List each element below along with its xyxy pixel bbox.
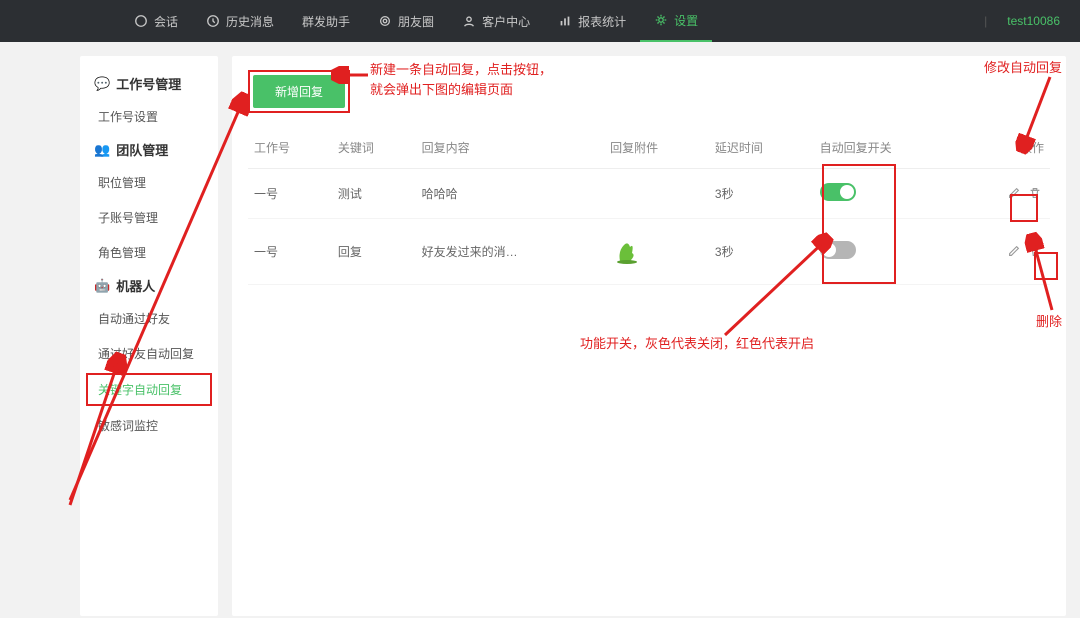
sidebar-item-keyword-autoreply[interactable]: 关键字自动回复 (86, 373, 212, 406)
table-row: 一号 测试 哈哈哈 3秒 (248, 169, 1050, 219)
username[interactable]: test10086 (1007, 14, 1060, 28)
cell-content: 好友发过来的消… (416, 219, 605, 285)
edit-button[interactable] (1005, 184, 1023, 202)
cell-ops (960, 219, 1050, 285)
sidebar-group-robot: 🤖 机器人 (80, 270, 218, 301)
sidebar-item-workaccount-settings[interactable]: 工作号设置 (80, 99, 218, 134)
sidebar-group-title: 机器人 (116, 276, 155, 295)
nav-customers[interactable]: 客户中心 (448, 0, 544, 42)
nav-right: | test10086 (974, 14, 1080, 28)
chat-icon (134, 14, 148, 28)
person-icon (462, 14, 476, 28)
col-content: 回复内容 (416, 127, 605, 169)
cell-toggle (814, 169, 961, 219)
nav-label: 历史消息 (226, 13, 274, 30)
cell-content: 哈哈哈 (416, 169, 605, 219)
table-row: 一号 回复 好友发过来的消… 3秒 (248, 219, 1050, 285)
robot-icon: 🤖 (94, 278, 110, 294)
sidebar-group-team: 👥 团队管理 (80, 134, 218, 165)
nav-history[interactable]: 历史消息 (192, 0, 288, 42)
sidebar-item-autoaccept[interactable]: 自动通过好友 (80, 301, 218, 336)
sidebar-group-workaccount: 💬 工作号管理 (80, 68, 218, 99)
nav-label: 报表统计 (578, 13, 626, 30)
col-attachment: 回复附件 (604, 127, 709, 169)
main-panel: 新增回复 工作号 关键词 回复内容 回复附件 延迟时间 自动回复开关 操作 一号… (232, 56, 1066, 616)
divider: | (984, 14, 987, 28)
cell-account: 一号 (248, 219, 332, 285)
col-keyword: 关键词 (332, 127, 416, 169)
sidebar-item-autoreply-friend[interactable]: 通过好友自动回复 (80, 336, 218, 371)
wechat-icon: 💬 (94, 76, 110, 92)
delete-button[interactable] (1026, 184, 1044, 202)
cell-attachment (604, 169, 709, 219)
col-account: 工作号 (248, 127, 332, 169)
cell-account: 一号 (248, 169, 332, 219)
reply-table: 工作号 关键词 回复内容 回复附件 延迟时间 自动回复开关 操作 一号 测试 哈… (248, 127, 1050, 285)
nav-label: 客户中心 (482, 13, 530, 30)
cell-keyword: 回复 (332, 219, 416, 285)
table-header-row: 工作号 关键词 回复内容 回复附件 延迟时间 自动回复开关 操作 (248, 127, 1050, 169)
cell-ops (960, 169, 1050, 219)
cell-keyword: 测试 (332, 169, 416, 219)
col-ops: 操作 (960, 127, 1050, 169)
nav-label: 会话 (154, 13, 178, 30)
col-toggle: 自动回复开关 (814, 127, 961, 169)
edit-button[interactable] (1005, 242, 1023, 260)
sidebar: 💬 工作号管理 工作号设置 👥 团队管理 职位管理 子账号管理 角色管理 🤖 机… (80, 56, 218, 616)
cell-toggle (814, 219, 961, 285)
nav-label: 朋友圈 (398, 13, 434, 30)
annotation-box: 新增回复 (248, 70, 350, 113)
sidebar-group-title: 工作号管理 (116, 74, 181, 93)
nav-label: 群发助手 (302, 13, 350, 30)
autoreply-toggle[interactable] (820, 183, 856, 201)
moments-icon (378, 14, 392, 28)
attachment-thumbnail[interactable] (610, 233, 644, 267)
nav-label: 设置 (674, 12, 698, 29)
delete-button[interactable] (1026, 242, 1044, 260)
cell-delay: 3秒 (709, 219, 814, 285)
add-reply-button[interactable]: 新增回复 (253, 75, 345, 108)
nav-settings[interactable]: 设置 (640, 0, 712, 42)
autoreply-toggle[interactable] (820, 241, 856, 259)
nav-reports[interactable]: 报表统计 (544, 0, 640, 42)
bars-icon (558, 14, 572, 28)
sidebar-item-role[interactable]: 角色管理 (80, 235, 218, 270)
cell-attachment (604, 219, 709, 285)
nav-chat[interactable]: 会话 (120, 0, 192, 42)
team-icon: 👥 (94, 142, 110, 158)
cell-delay: 3秒 (709, 169, 814, 219)
nav-groupsend[interactable]: 群发助手 (288, 0, 364, 42)
sidebar-item-subaccount[interactable]: 子账号管理 (80, 200, 218, 235)
top-navbar: 会话 历史消息 群发助手 朋友圈 客户中心 报表统计 设置 | test1008… (0, 0, 1080, 42)
sidebar-item-position[interactable]: 职位管理 (80, 165, 218, 200)
sidebar-item-sensitive[interactable]: 敏感词监控 (80, 408, 218, 443)
clock-icon (206, 14, 220, 28)
col-delay: 延迟时间 (709, 127, 814, 169)
sidebar-group-title: 团队管理 (116, 140, 168, 159)
nav-moments[interactable]: 朋友圈 (364, 0, 448, 42)
gear-icon (654, 13, 668, 27)
